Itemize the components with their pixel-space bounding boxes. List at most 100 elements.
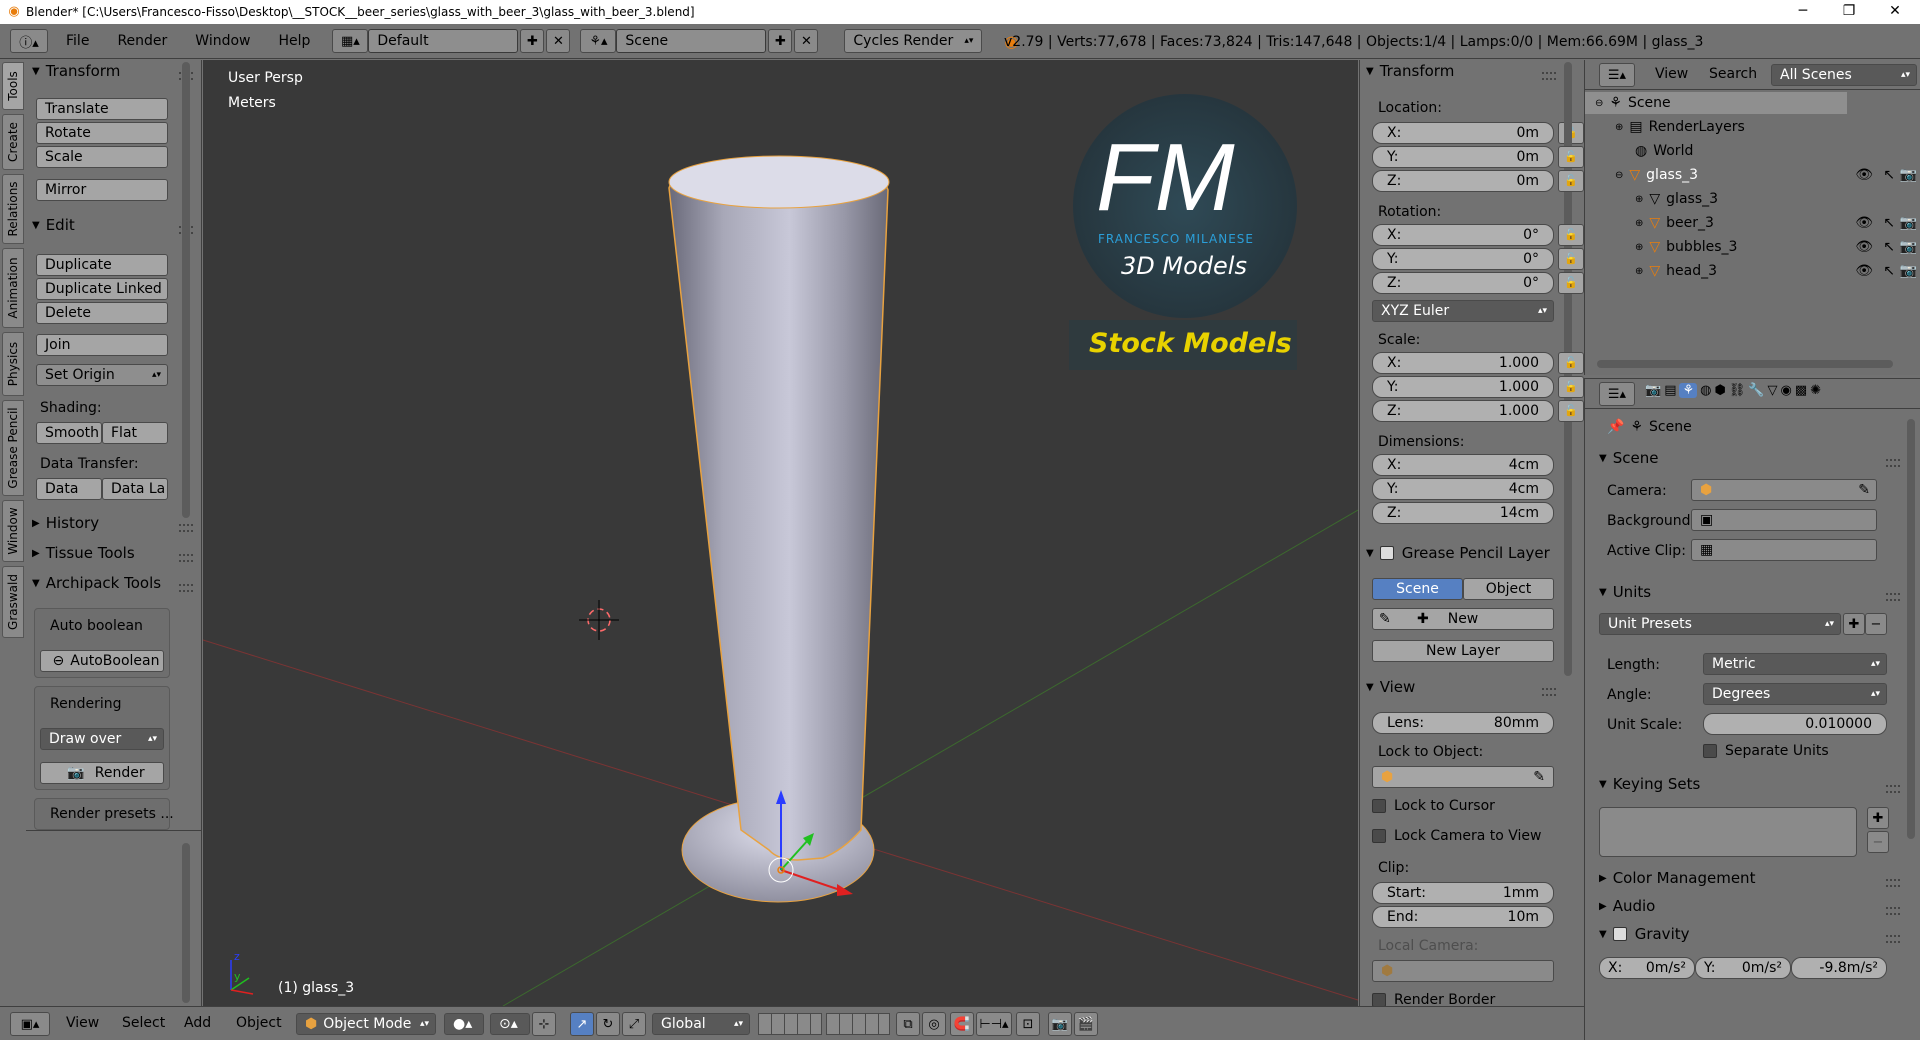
render-icon[interactable]: 📷 [1900, 167, 1917, 183]
interaction-mode-dropdown[interactable]: ⬢ Object Mode ▴▾ [296, 1013, 436, 1035]
data-layout-button[interactable]: Data La [102, 478, 168, 500]
unit-presets-dropdown[interactable]: Unit Presets ▴▾ [1599, 613, 1841, 635]
duplicate-button[interactable]: Duplicate [36, 254, 168, 276]
location-x-field[interactable]: X: 0m [1372, 122, 1554, 144]
menu-help[interactable]: Help [278, 33, 310, 49]
delete-button[interactable]: Delete [36, 302, 168, 324]
lock-layers-icon[interactable]: ⧉ [896, 1012, 920, 1036]
remove-preset-icon[interactable]: − [1865, 613, 1887, 635]
separate-units-checkbox[interactable]: Separate Units [1703, 743, 1829, 759]
keying-sets-list[interactable] [1599, 807, 1857, 857]
render-tab-icon[interactable]: 📷 [1645, 383, 1661, 398]
scene-tab-icon[interactable]: ⚘ [1679, 383, 1698, 398]
eye-icon[interactable]: 👁 [1855, 239, 1873, 255]
gp-scene-tab[interactable]: Scene [1372, 578, 1463, 600]
snap-element-icon[interactable]: ⊢⊣▴ [976, 1012, 1012, 1036]
flat-shading-button[interactable]: Flat [102, 422, 168, 444]
snap-toggle-icon[interactable]: 🧲 [950, 1012, 974, 1036]
cursor-icon[interactable]: ↖ [1883, 215, 1895, 231]
translate-manipulator-icon[interactable]: ↗ [570, 1012, 594, 1036]
maximize-button[interactable]: ❐ [1826, 0, 1872, 24]
scale-x-field[interactable]: X: 1.000 [1372, 352, 1554, 374]
mirror-button[interactable]: Mirror [36, 179, 168, 201]
length-system-dropdown[interactable]: Metric ▴▾ [1703, 653, 1887, 675]
eye-icon[interactable]: 👁 [1855, 263, 1873, 279]
outliner-glass3-object-row[interactable]: ⊖ ▽ glass_3 👁 ↖ 📷 [1615, 164, 1920, 186]
eyedropper-icon[interactable]: ✎ [1858, 480, 1870, 500]
outliner-head3-row[interactable]: ⊕ ▽ head_3 👁 ↖ 📷 [1635, 260, 1920, 282]
outliner-search-menu[interactable]: Search [1709, 66, 1757, 82]
rotation-mode-dropdown[interactable]: XYZ Euler ▴▾ [1372, 300, 1554, 322]
eyedropper-icon[interactable]: ✎ [1533, 767, 1545, 787]
pin-icon[interactable]: 📌 [1607, 419, 1624, 435]
render-animation-icon[interactable]: 🎬 [1074, 1012, 1098, 1036]
scale-manipulator-icon[interactable]: ⤢ [622, 1012, 646, 1036]
translate-button[interactable]: Translate [36, 98, 168, 120]
clip-end-field[interactable]: End: 10m [1372, 906, 1554, 928]
tab-graswald[interactable]: Graswald [2, 566, 24, 638]
3d-viewport[interactable]: User Persp Meters y z (1) glass_3 FM FRA… [203, 60, 1358, 1006]
lock-icon[interactable]: 🔓 [1558, 400, 1584, 422]
n-transform-header[interactable]: ▼ Transform [1366, 62, 1454, 80]
proportional-edit-icon[interactable]: ◎ [922, 1012, 946, 1036]
menu-window[interactable]: Window [195, 33, 250, 49]
panel-grip-icon[interactable] [179, 524, 193, 532]
minimize-button[interactable]: ─ [1780, 0, 1826, 24]
render-presets-label[interactable]: Render presets ... [50, 806, 174, 822]
set-origin-dropdown[interactable]: Set Origin ▴▾ [36, 364, 168, 386]
duplicate-linked-button[interactable]: Duplicate Linked [36, 278, 168, 300]
modifiers-tab-icon[interactable]: 🔧 [1748, 383, 1764, 398]
rotation-y-field[interactable]: Y: 0° [1372, 248, 1554, 270]
snap-target-icon[interactable]: ⊡ [1016, 1012, 1040, 1036]
outliner-editor-icon[interactable]: ☰▴ [1599, 63, 1635, 87]
scene-panel-header[interactable]: ▼ Scene [1599, 449, 1658, 467]
lock-icon[interactable]: 🔓 [1558, 170, 1584, 192]
beer-glass[interactable] [668, 161, 889, 861]
scale-button[interactable]: Scale [36, 146, 168, 168]
edit-panel-header[interactable]: ▼ Edit [32, 216, 75, 234]
render-icon[interactable]: 📷 [1900, 215, 1917, 231]
cursor-icon[interactable]: ↖ [1883, 167, 1895, 183]
tab-window[interactable]: Window [2, 500, 24, 562]
remove-scene-icon[interactable]: ✕ [794, 29, 819, 53]
outliner-beer3-row[interactable]: ⊕ ▽ beer_3 👁 ↖ 📷 [1635, 212, 1920, 234]
data-tab-icon[interactable]: ▽ [1768, 383, 1778, 398]
data-transfer-button[interactable]: Data [36, 478, 102, 500]
viewport-shading-dropdown[interactable]: ●▴ [444, 1013, 484, 1035]
layer-buttons-right[interactable] [826, 1013, 890, 1035]
join-button[interactable]: Join [36, 334, 168, 356]
manipulator-toggle-icon[interactable]: ⊹ [532, 1012, 556, 1036]
world-tab-icon[interactable]: ◍ [1700, 383, 1711, 398]
tab-create[interactable]: Create [2, 114, 24, 170]
remove-layout-icon[interactable]: ✕ [546, 29, 571, 53]
dimensions-z-field[interactable]: Z: 14cm [1372, 502, 1554, 524]
lock-icon[interactable]: 🔓 [1558, 272, 1584, 294]
angle-unit-dropdown[interactable]: Degrees ▴▾ [1703, 683, 1887, 705]
grease-pencil-layer-header[interactable]: ▼ Grease Pencil Layer [1366, 544, 1550, 562]
gravity-y-field[interactable]: Y: 0m/s² [1695, 957, 1791, 979]
background-field[interactable]: ▣ [1691, 509, 1877, 531]
gp-new-button[interactable]: ✎ ✚ New [1372, 608, 1554, 630]
archipack-panel-header[interactable]: ▼ Archipack Tools [32, 574, 161, 592]
keying-sets-header[interactable]: ▼ Keying Sets [1599, 775, 1700, 793]
local-camera-field[interactable]: ⬢ [1372, 960, 1554, 982]
tab-tools[interactable]: Tools [2, 62, 24, 110]
audio-header[interactable]: ▶ Audio [1599, 897, 1655, 915]
render-icon[interactable]: 📷 [1900, 263, 1917, 279]
draw-over-dropdown[interactable]: Draw over ▴▾ [40, 728, 164, 750]
gravity-header[interactable]: ▼ Gravity [1599, 925, 1690, 943]
outliner-world-row[interactable]: ◍ World [1635, 140, 1693, 162]
dimensions-x-field[interactable]: X: 4cm [1372, 454, 1554, 476]
remove-keying-set-icon[interactable]: − [1867, 831, 1889, 853]
beer-head[interactable] [668, 155, 890, 209]
eye-icon[interactable]: 👁 [1855, 167, 1873, 183]
transform-orientation-dropdown[interactable]: Global ▴▾ [652, 1013, 750, 1035]
tab-physics[interactable]: Physics [2, 332, 24, 396]
clip-start-field[interactable]: Start: 1mm [1372, 882, 1554, 904]
select-menu[interactable]: Select [122, 1015, 165, 1031]
scale-z-field[interactable]: Z: 1.000 [1372, 400, 1554, 422]
layers-tab-icon[interactable]: ▤ [1664, 383, 1676, 398]
scale-y-field[interactable]: Y: 1.000 [1372, 376, 1554, 398]
rotate-button[interactable]: Rotate [36, 122, 168, 144]
editor-type-3d-icon[interactable]: ▣▴ [10, 1012, 50, 1036]
